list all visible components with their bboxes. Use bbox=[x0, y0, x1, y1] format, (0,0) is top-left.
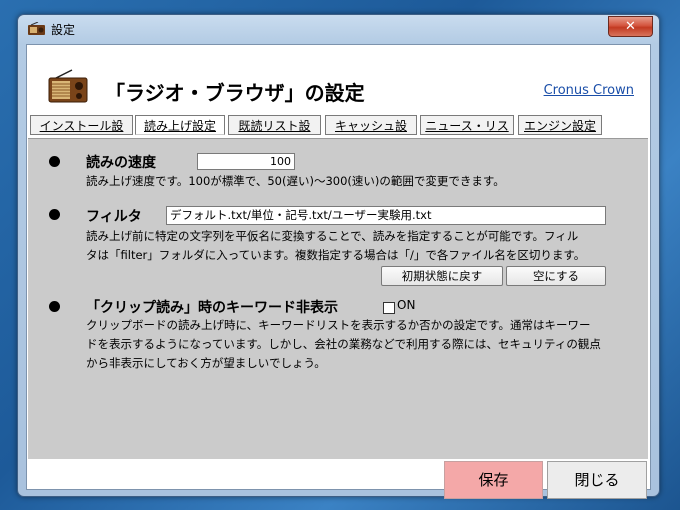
clip-description-line2: ドを表示するようになっています。しかし、会社の業務などで利用する際には、セキュリ… bbox=[86, 337, 601, 351]
tab-read-aloud[interactable]: 読み上げ設定 bbox=[135, 115, 225, 135]
clip-description-line1: クリップボードの読み上げ時に、キーワードリストを表示するか否かの設定です。通常は… bbox=[86, 318, 591, 332]
clip-keyword-checkbox[interactable] bbox=[383, 302, 395, 314]
filter-input[interactable]: デフォルト.txt/単位・記号.txt/ユーザー実験用.txt bbox=[166, 206, 606, 225]
cronus-crown-link[interactable]: Cronus Crown bbox=[544, 83, 634, 98]
settings-panel: 読みの速度 100 読み上げ速度です。100が標準で、50(遅い)〜300(速い… bbox=[28, 138, 648, 461]
settings-window: 設定 ✕ 「ラジオ・ブラウザ」の設定 Cronus Crown インストール設定… bbox=[17, 14, 660, 499]
clip-description-line3: から非表示にしておく方が望ましいでしょう。 bbox=[86, 356, 326, 370]
radio-icon bbox=[28, 22, 45, 35]
close-button[interactable]: 閉じる bbox=[547, 461, 647, 499]
client-area: 「ラジオ・ブラウザ」の設定 Cronus Crown インストール設定 読み上げ… bbox=[26, 44, 651, 499]
tab-news-list[interactable]: ニュース・リスト bbox=[420, 115, 514, 153]
tab-cache[interactable]: キャッシュ設定 bbox=[325, 115, 417, 153]
bullet bbox=[49, 156, 60, 167]
radio-icon bbox=[48, 69, 88, 103]
reset-filter-button[interactable]: 初期状態に戻す bbox=[381, 266, 503, 286]
speed-input[interactable]: 100 bbox=[197, 153, 295, 170]
footer: 保存 閉じる bbox=[27, 459, 650, 499]
window-title: 設定 bbox=[51, 23, 76, 37]
bullet bbox=[49, 301, 60, 312]
page-title: 「ラジオ・ブラウザ」の設定 bbox=[105, 81, 365, 105]
speed-description: 読み上げ速度です。100が標準で、50(遅い)〜300(速い)の範囲で変更できま… bbox=[86, 174, 505, 188]
filter-label: フィルタ bbox=[86, 209, 142, 225]
save-button[interactable]: 保存 bbox=[444, 461, 543, 499]
filter-description-line2: タは「filter」フォルダに入っています。複数指定する場合は「/」で各ファイル… bbox=[86, 248, 586, 262]
tab-install[interactable]: インストール設定 bbox=[30, 115, 133, 153]
bullet bbox=[49, 209, 60, 220]
speed-label: 読みの速度 bbox=[86, 155, 156, 171]
filter-description-line1: 読み上げ前に特定の文字列を平仮名に変換することで、読みを指定することが可能です。… bbox=[86, 229, 579, 243]
tab-read-list[interactable]: 既読リスト設定 bbox=[228, 115, 321, 153]
window-close-button[interactable]: ✕ bbox=[608, 16, 653, 37]
clear-filter-button[interactable]: 空にする bbox=[506, 266, 606, 286]
tab-engine[interactable]: エンジン設定 bbox=[518, 115, 602, 135]
clip-keyword-label: 「クリップ読み」時のキーワード非表示 bbox=[86, 300, 338, 316]
title-bar[interactable]: 設定 ✕ bbox=[18, 15, 659, 43]
clip-keyword-checkbox-label[interactable]: ON bbox=[397, 298, 415, 312]
